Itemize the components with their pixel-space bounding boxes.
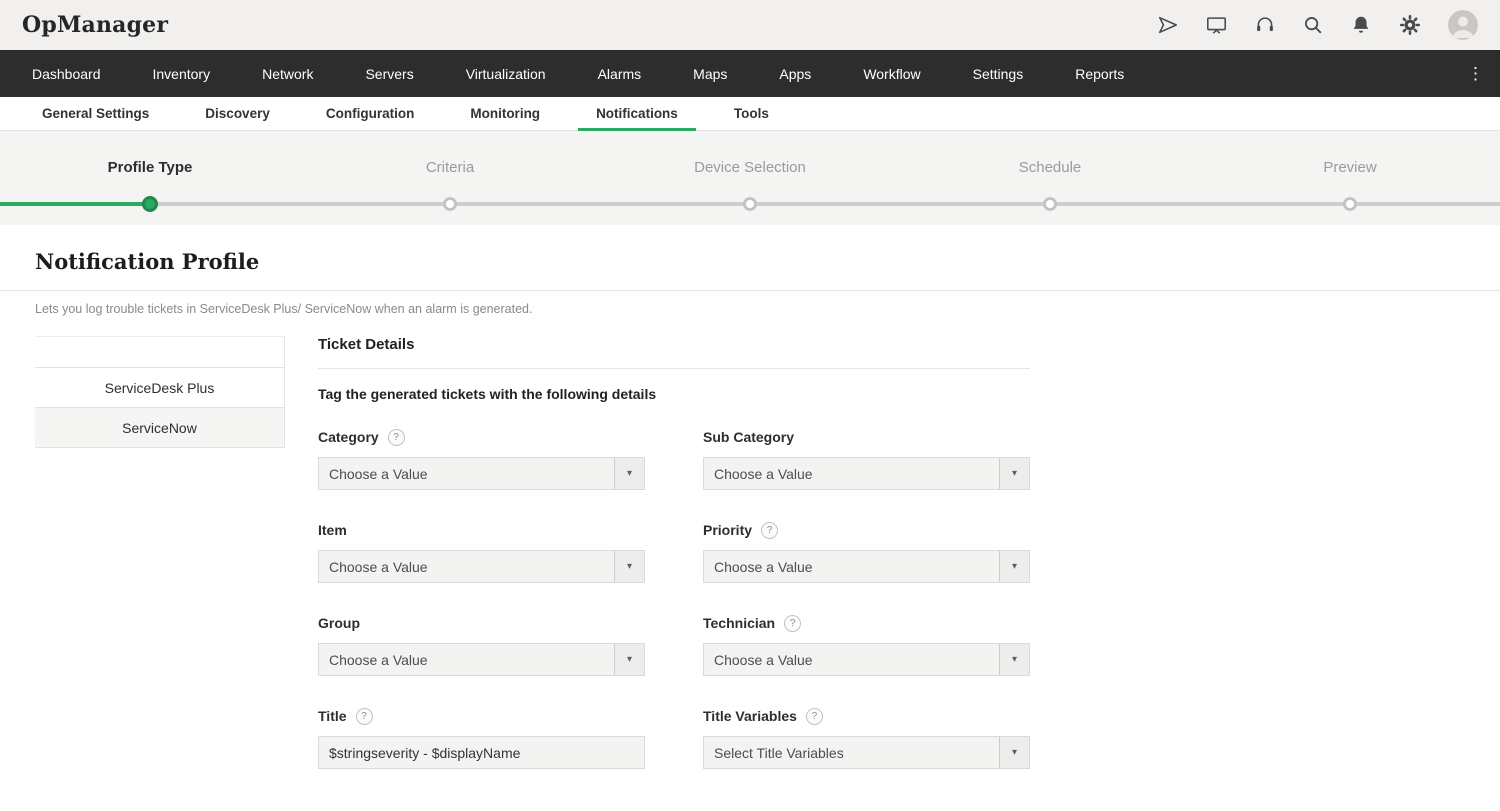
technician-select[interactable]: Choose a Value ▾ xyxy=(703,643,1030,676)
field-label: Item xyxy=(318,522,347,538)
field-group: Group Choose a Value ▾ xyxy=(318,614,645,676)
field-label: Title Variables xyxy=(703,708,797,724)
chevron-down-icon[interactable]: ▾ xyxy=(999,644,1029,675)
field-priority: Priority ? Choose a Value ▾ xyxy=(703,521,1030,583)
presentation-icon[interactable] xyxy=(1205,14,1228,36)
field-title-variables: Title Variables ? Select Title Variables… xyxy=(703,707,1030,769)
wizard-stepper: Profile Type Criteria Device Selection S… xyxy=(0,131,1500,225)
step-dot[interactable] xyxy=(1343,197,1357,211)
field-label: Priority xyxy=(703,522,752,538)
title-input[interactable] xyxy=(318,736,645,769)
field-label: Technician xyxy=(703,615,775,631)
avatar[interactable] xyxy=(1448,10,1478,40)
nav-item-reports[interactable]: Reports xyxy=(1049,50,1150,97)
title-variables-select[interactable]: Select Title Variables ▾ xyxy=(703,736,1030,769)
tab-discovery[interactable]: Discovery xyxy=(177,97,298,130)
step-profile-type[interactable]: Profile Type xyxy=(0,131,300,225)
chevron-down-icon[interactable]: ▾ xyxy=(999,458,1029,489)
search-icon[interactable] xyxy=(1302,14,1324,36)
group-select[interactable]: Choose a Value ▾ xyxy=(318,643,645,676)
chevron-down-icon[interactable]: ▾ xyxy=(614,644,644,675)
nav-item-alarms[interactable]: Alarms xyxy=(572,50,668,97)
step-dot[interactable] xyxy=(142,196,158,212)
help-icon[interactable]: ? xyxy=(806,708,823,725)
field-label: Title xyxy=(318,708,347,724)
header-icon-bar xyxy=(1157,10,1478,40)
field-label: Sub Category xyxy=(703,429,794,445)
app-logo: OpManager xyxy=(22,12,168,38)
page-description: Lets you log trouble tickets in ServiceD… xyxy=(0,291,1500,316)
field-category: Category ? Choose a Value ▾ xyxy=(318,428,645,490)
nav-item-settings[interactable]: Settings xyxy=(947,50,1050,97)
bell-icon[interactable] xyxy=(1350,14,1372,36)
profile-type-list: ServiceDesk Plus ServiceNow xyxy=(35,336,285,448)
tab-general-settings[interactable]: General Settings xyxy=(14,97,177,130)
rocket-icon[interactable] xyxy=(1157,14,1179,36)
top-header: OpManager xyxy=(0,0,1500,50)
step-dot[interactable] xyxy=(443,197,457,211)
field-technician: Technician ? Choose a Value ▾ xyxy=(703,614,1030,676)
nav-item-inventory[interactable]: Inventory xyxy=(127,50,237,97)
chevron-down-icon[interactable]: ▾ xyxy=(999,737,1029,768)
page-content: Notification Profile Lets you log troubl… xyxy=(0,225,1500,769)
ticket-details-panel: Ticket Details Tag the generated tickets… xyxy=(318,336,1030,769)
overflow-menu-icon[interactable]: ⋮ xyxy=(1459,50,1492,97)
priority-select[interactable]: Choose a Value ▾ xyxy=(703,550,1030,583)
category-select[interactable]: Choose a Value ▾ xyxy=(318,457,645,490)
tab-monitoring[interactable]: Monitoring xyxy=(442,97,568,130)
field-title: Title ? xyxy=(318,707,645,769)
help-icon[interactable]: ? xyxy=(784,615,801,632)
section-subtitle: Tag the generated tickets with the follo… xyxy=(318,386,1030,402)
field-sub-category: Sub Category Choose a Value ▾ xyxy=(703,428,1030,490)
page-title: Notification Profile xyxy=(0,225,1500,290)
chevron-down-icon[interactable]: ▾ xyxy=(614,551,644,582)
step-dot[interactable] xyxy=(1043,197,1057,211)
gear-icon[interactable] xyxy=(1398,13,1422,37)
step-preview[interactable]: Preview xyxy=(1200,131,1500,225)
chevron-down-icon[interactable]: ▾ xyxy=(614,458,644,489)
tab-notifications[interactable]: Notifications xyxy=(568,97,706,130)
step-dot[interactable] xyxy=(743,197,757,211)
help-icon[interactable]: ? xyxy=(761,522,778,539)
nav-item-workflow[interactable]: Workflow xyxy=(837,50,946,97)
settings-subnav: General Settings Discovery Configuration… xyxy=(0,97,1500,131)
step-criteria[interactable]: Criteria xyxy=(300,131,600,225)
list-item-servicenow[interactable]: ServiceNow xyxy=(35,408,284,448)
help-icon[interactable]: ? xyxy=(388,429,405,446)
ticket-fields-grid: Category ? Choose a Value ▾ Sub Category… xyxy=(318,428,1030,769)
step-device-selection[interactable]: Device Selection xyxy=(600,131,900,225)
list-item-servicedesk-plus[interactable]: ServiceDesk Plus xyxy=(35,368,284,408)
sub-category-select[interactable]: Choose a Value ▾ xyxy=(703,457,1030,490)
tab-tools[interactable]: Tools xyxy=(706,97,797,130)
step-schedule[interactable]: Schedule xyxy=(900,131,1200,225)
field-label: Category xyxy=(318,429,379,445)
headset-icon[interactable] xyxy=(1254,14,1276,36)
nav-item-network[interactable]: Network xyxy=(236,50,339,97)
item-select[interactable]: Choose a Value ▾ xyxy=(318,550,645,583)
help-icon[interactable]: ? xyxy=(356,708,373,725)
main-nav: Dashboard Inventory Network Servers Virt… xyxy=(0,50,1500,97)
list-spacer xyxy=(35,337,284,368)
nav-item-maps[interactable]: Maps xyxy=(667,50,753,97)
field-label: Group xyxy=(318,615,360,631)
nav-item-dashboard[interactable]: Dashboard xyxy=(6,50,127,97)
tab-configuration[interactable]: Configuration xyxy=(298,97,442,130)
nav-item-apps[interactable]: Apps xyxy=(753,50,837,97)
field-item: Item Choose a Value ▾ xyxy=(318,521,645,583)
nav-item-servers[interactable]: Servers xyxy=(339,50,439,97)
section-title: Ticket Details xyxy=(318,336,1030,369)
chevron-down-icon[interactable]: ▾ xyxy=(999,551,1029,582)
nav-item-virtualization[interactable]: Virtualization xyxy=(440,50,572,97)
